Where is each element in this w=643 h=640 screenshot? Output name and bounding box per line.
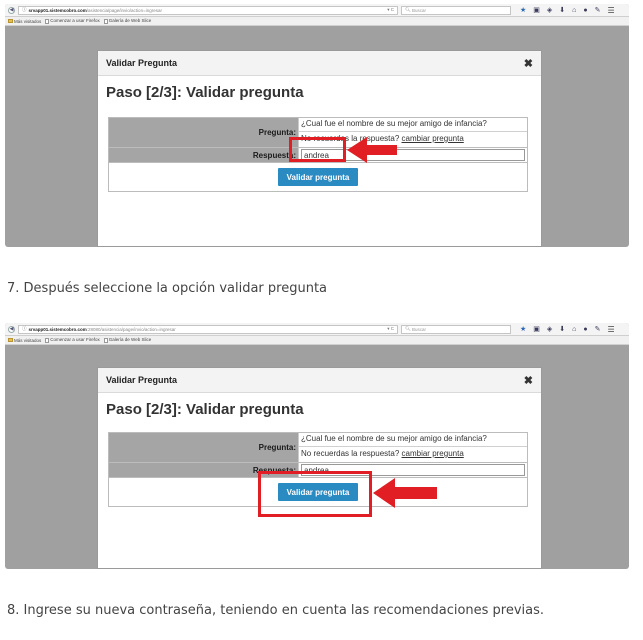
dialog-title: Paso [2/3]: Validar pregunta — [106, 84, 304, 101]
submit-row: Validar pregunta — [109, 163, 527, 191]
page-icon — [103, 18, 108, 24]
bookmark-label: Comenzar a usar Firefox — [50, 337, 100, 343]
browser-toolbar: ◀ ⓘ srvapp01.sistemcobro.com /asistencia… — [5, 4, 629, 17]
url-path: :28080/asistencia/page/invio/action=ingr… — [86, 326, 176, 332]
arrow-pointer-icon — [347, 137, 397, 163]
question-cell: ¿Cual fue el nombre de su mejor amigo de… — [298, 433, 527, 462]
close-icon[interactable]: ✖ — [524, 374, 533, 387]
dialog-header-title: Validar Pregunta — [106, 58, 178, 68]
url-path: /asistencia/page/invio/action=ingresar — [86, 7, 162, 13]
bookmarks-bar: Más visitados Comenzar a usar Firefox Ga… — [5, 336, 629, 345]
download-icon[interactable]: ⬇ — [559, 325, 565, 333]
page-icon — [103, 337, 108, 343]
bookmarks-bar: Más visitados Comenzar a usar Firefox Ga… — [5, 17, 629, 26]
bookmark-web-slice[interactable]: Galería de Web Slice — [103, 18, 152, 24]
url-host: srvapp01.sistemcobro.com — [28, 326, 87, 332]
bookmark-label: Comenzar a usar Firefox — [50, 18, 100, 24]
menu-icon[interactable]: ☰ — [608, 325, 615, 334]
validate-question-button[interactable]: Validar pregunta — [277, 168, 359, 186]
bookmark-label: Más visitados — [14, 18, 42, 24]
pocket-icon[interactable]: ◈ — [547, 6, 552, 14]
change-question-link[interactable]: cambiar pregunta — [402, 449, 464, 458]
question-label: Pregunta: — [109, 433, 298, 462]
question-hint: No recuerdas la respuesta? cambiar pregu… — [299, 447, 527, 460]
bookmark-most-visited[interactable]: Más visitados — [8, 338, 41, 343]
dialog-header: Validar Pregunta ✖ — [98, 51, 541, 76]
screenshot-step-validate: ◀ ⓘ srvapp01.sistemcobro.com :28080/asis… — [5, 323, 629, 569]
reload-icon[interactable]: ▾ C — [387, 326, 394, 332]
dialog-header-title: Validar Pregunta — [106, 375, 178, 385]
folder-icon — [8, 338, 13, 343]
bookmark-star-icon[interactable]: ★ — [520, 325, 526, 333]
reading-list-icon[interactable]: ▣ — [533, 6, 540, 14]
bookmark-most-visited[interactable]: Más visitados — [8, 19, 41, 24]
back-icon[interactable]: ◀ — [8, 6, 15, 14]
bookmark-web-slice[interactable]: Galería de Web Slice — [103, 337, 152, 343]
search-icon: 🔍︎ — [405, 326, 412, 331]
home-icon[interactable]: ⌂ — [572, 326, 576, 333]
dialog-title: Paso [2/3]: Validar pregunta — [106, 401, 304, 418]
caption-step-8: 8. Ingrese su nueva contraseña, teniendo… — [7, 603, 545, 618]
dialog-header: Validar Pregunta ✖ — [98, 368, 541, 393]
url-bar[interactable]: ⓘ srvapp01.sistemcobro.com :28080/asiste… — [18, 324, 398, 334]
url-bar[interactable]: ⓘ srvapp01.sistemcobro.com /asistencia/p… — [18, 5, 398, 15]
answer-label: Respuesta: — [109, 148, 298, 162]
browser-toolbar: ◀ ⓘ srvapp01.sistemcobro.com :28080/asis… — [5, 323, 629, 336]
hint-text: No recuerdas la respuesta? — [301, 449, 400, 458]
question-text: ¿Cual fue el nombre de su mejor amigo de… — [299, 433, 527, 447]
search-placeholder: Buscar — [411, 7, 426, 13]
lock-icon: ⓘ — [22, 326, 27, 331]
question-text: ¿Cual fue el nombre de su mejor amigo de… — [299, 118, 527, 132]
pocket-icon[interactable]: ◈ — [547, 325, 552, 333]
chat-icon[interactable]: ● — [583, 7, 587, 14]
close-icon[interactable]: ✖ — [524, 57, 533, 70]
arrow-pointer-icon — [373, 478, 437, 508]
search-bar[interactable]: 🔍︎ Buscar — [401, 5, 511, 15]
caption-step-7: 7. Después seleccione la opción validar … — [7, 281, 328, 296]
question-row: Pregunta: ¿Cual fue el nombre de su mejo… — [109, 433, 527, 463]
download-icon[interactable]: ⬇ — [559, 6, 565, 14]
page-icon — [45, 18, 50, 24]
page-icon — [45, 337, 50, 343]
validate-question-dialog: Validar Pregunta ✖ Paso [2/3]: Validar p… — [97, 367, 542, 569]
chat-icon[interactable]: ● — [583, 326, 587, 333]
answer-highlight-box — [289, 137, 346, 162]
bookmark-label: Más visitados — [14, 337, 42, 343]
extension-icon[interactable]: ✎ — [595, 6, 601, 14]
bookmark-label: Galería de Web Slice — [108, 337, 152, 343]
change-question-link[interactable]: cambiar pregunta — [402, 134, 464, 143]
bookmark-getting-started[interactable]: Comenzar a usar Firefox — [45, 18, 100, 24]
reload-icon[interactable]: ▾ C — [387, 7, 394, 13]
question-label: Pregunta: — [109, 118, 298, 147]
folder-icon — [8, 19, 13, 24]
bookmark-label: Galería de Web Slice — [108, 18, 152, 24]
bookmark-getting-started[interactable]: Comenzar a usar Firefox — [45, 337, 100, 343]
home-icon[interactable]: ⌂ — [572, 7, 576, 14]
search-bar[interactable]: 🔍︎ Buscar — [401, 324, 511, 334]
reading-list-icon[interactable]: ▣ — [533, 325, 540, 333]
lock-icon: ⓘ — [22, 7, 27, 12]
search-icon: 🔍︎ — [405, 7, 412, 12]
button-highlight-box — [258, 471, 372, 517]
bookmark-star-icon[interactable]: ★ — [520, 6, 526, 14]
screenshot-step-answer: ◀ ⓘ srvapp01.sistemcobro.com /asistencia… — [5, 4, 629, 247]
url-host: srvapp01.sistemcobro.com — [28, 7, 87, 13]
menu-icon[interactable]: ☰ — [608, 6, 615, 15]
back-icon[interactable]: ◀ — [8, 325, 15, 333]
extension-icon[interactable]: ✎ — [595, 325, 601, 333]
search-placeholder: Buscar — [411, 326, 426, 332]
